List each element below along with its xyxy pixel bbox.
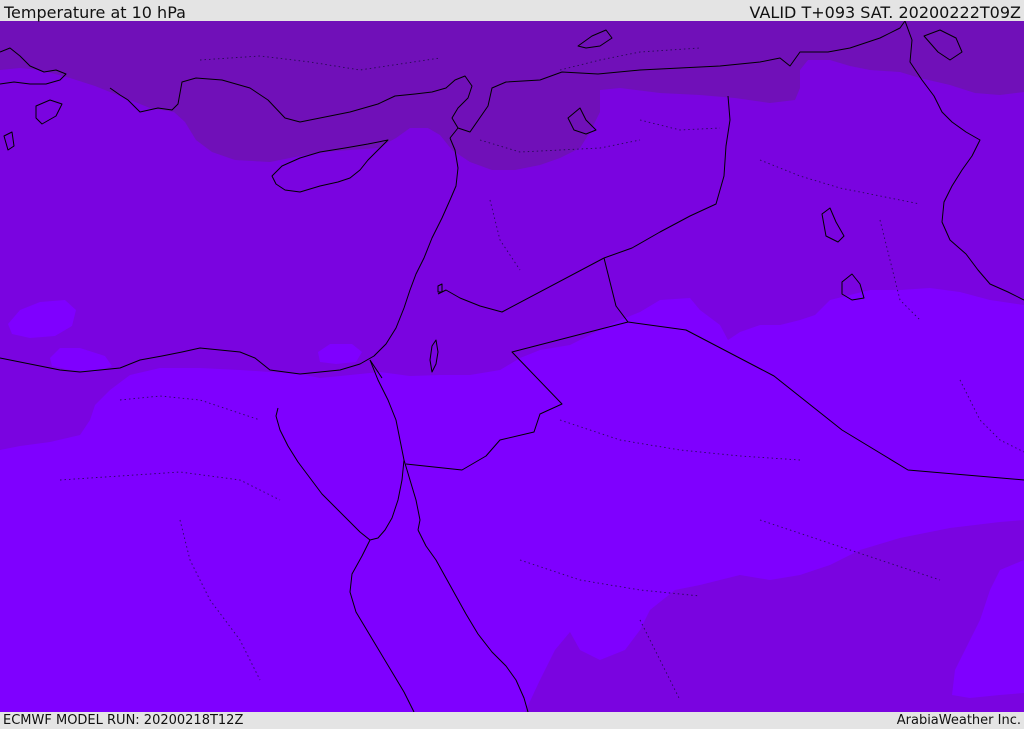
map-canvas [0, 21, 1024, 712]
footer-bar: ECMWF MODEL RUN: 20200218T12Z ArabiaWeat… [0, 712, 1024, 729]
weather-map-figure: Temperature at 10 hPa VALID T+093 SAT. 2… [0, 0, 1024, 729]
header-bar: Temperature at 10 hPa VALID T+093 SAT. 2… [0, 0, 1024, 22]
temperature-map [0, 21, 1024, 712]
model-run-label: ECMWF MODEL RUN: 20200218T12Z [3, 713, 244, 728]
valid-time-label: VALID T+093 SAT. 20200222T09Z [749, 3, 1021, 22]
credit-label: ArabiaWeather Inc. [896, 713, 1021, 728]
map-title: Temperature at 10 hPa [4, 3, 186, 22]
